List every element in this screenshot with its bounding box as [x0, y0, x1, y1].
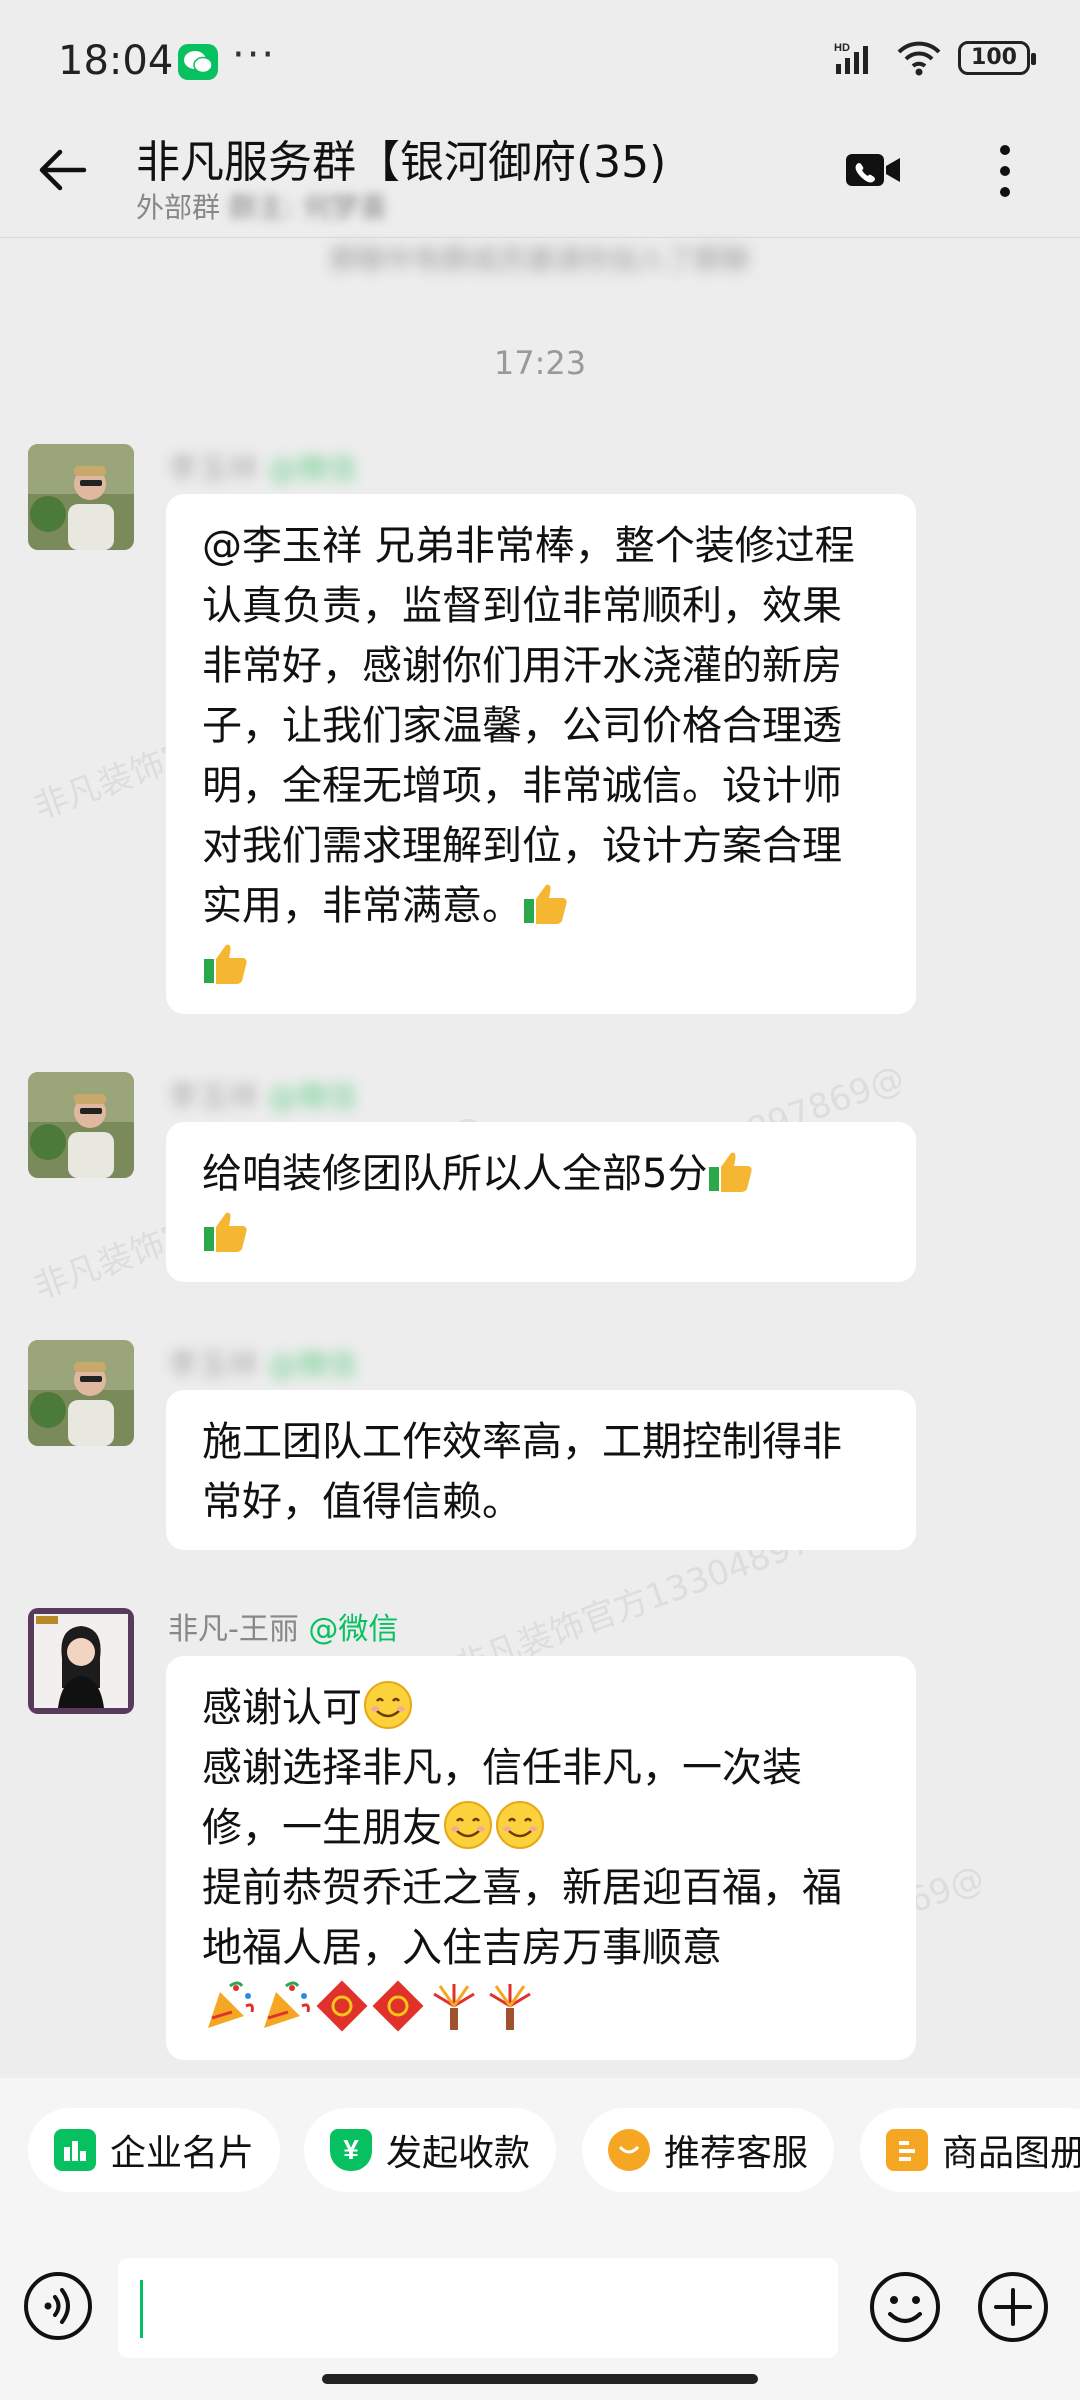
business-card-button[interactable]: 企业名片 [28, 2108, 281, 2192]
thumbs-up-icon [524, 884, 567, 924]
message-text: 给咱装修团队所以人全部5分 [202, 1144, 880, 1264]
fireworks-icon [489, 1984, 531, 2030]
message-timestamp: 17:23 [493, 344, 587, 382]
product-catalog-button[interactable]: 商品图册 [860, 2108, 1080, 2192]
input-bar [0, 2228, 1080, 2400]
message-text: 感谢认可 [202, 1678, 880, 1738]
plus-icon[interactable] [976, 2270, 1050, 2344]
sender-name: 非凡-王丽 @微信 [168, 1612, 399, 1647]
thumbs-up-icon [204, 944, 247, 984]
smile-emoji-icon [496, 1801, 544, 1849]
fu-blessing-icon [316, 1980, 368, 2032]
system-notice: 群聊中有群成员邀请你加入了群聊 [329, 243, 750, 276]
video-call-icon[interactable] [842, 146, 904, 194]
message-bubble[interactable]: 给咱装修团队所以人全部5分 [166, 1122, 916, 1282]
catalog-icon [886, 2129, 928, 2171]
message-input[interactable] [118, 2258, 838, 2358]
business-card-icon [54, 2129, 96, 2171]
party-popper-icon [264, 1981, 310, 2028]
chat-subtitle: 外部群 群主: 何梦喜 [136, 186, 387, 226]
wifi-icon [897, 41, 941, 76]
message-text: 施工团队工作效率高，工期控制得非常好，值得信赖。 [202, 1419, 842, 1525]
more-notifications-icon: ··· [232, 32, 277, 78]
emoji-icon[interactable] [868, 2270, 942, 2344]
avatar[interactable] [28, 1608, 134, 1714]
message-bubble[interactable]: 施工团队工作效率高，工期控制得非常好，值得信赖。 [166, 1390, 916, 1550]
recommend-service-button[interactable]: 推荐客服 [582, 2108, 835, 2192]
thumbs-up-icon [709, 1152, 753, 1192]
party-popper-icon [208, 1981, 254, 2028]
wechat-notification-icon [178, 44, 218, 80]
collect-payment-button[interactable]: ¥ 发起收款 [304, 2108, 557, 2192]
quick-action-bar: 企业名片 ¥ 发起收款 推荐客服 商品图册 [0, 2078, 1080, 2228]
text-cursor [140, 2280, 143, 2338]
sender-name: 李玉祥 @微信 [168, 1080, 358, 1115]
fu-blessing-icon [372, 1980, 424, 2032]
signal-icon: HD [834, 42, 868, 74]
sender-name: 李玉祥 @微信 [168, 452, 358, 487]
group-owner-label: 群主: 何梦喜 [228, 191, 388, 224]
chat-title[interactable]: 非凡服务群【银河御府(35) [136, 126, 666, 190]
chat-header: 非凡服务群【银河御府(35) 外部群 群主: 何梦喜 [0, 120, 1080, 238]
smile-emoji-icon [444, 1801, 492, 1849]
thumbs-up-icon [204, 1212, 247, 1252]
message-text: @李玉祥 兄弟非常棒，整个装修过程认真负责，监督到位非常顺利，效果非常好，感谢你… [202, 516, 880, 996]
status-time: 18:04 [58, 38, 174, 84]
avatar[interactable] [28, 1340, 134, 1446]
chat-bubble-icon [608, 2129, 650, 2171]
message-text: 提前恭贺乔迁之喜，新居迎百福，福地福人居，入住吉房万事顺意 [202, 1865, 842, 1971]
payment-icon: ¥ [330, 2129, 372, 2171]
status-indicators: HD 100 [834, 40, 1036, 76]
external-group-label: 外部群 [136, 191, 221, 224]
battery-indicator: 100 [958, 41, 1036, 75]
back-arrow-icon[interactable] [36, 144, 88, 196]
status-bar: 18:04 ··· HD 100 [0, 0, 1080, 120]
home-indicator [322, 2374, 758, 2384]
message-text: 感谢选择非凡，信任非凡，一次装修，一生朋友 [202, 1745, 802, 1851]
emoji-row [202, 1978, 880, 2041]
message-bubble[interactable]: @李玉祥 兄弟非常棒，整个装修过程认真负责，监督到位非常顺利，效果非常好，感谢你… [166, 494, 916, 1014]
voice-input-icon[interactable] [22, 2270, 94, 2342]
svg-text:HD: HD [834, 42, 850, 54]
avatar[interactable] [28, 444, 134, 550]
more-options-icon[interactable] [990, 142, 1020, 200]
sender-name: 李玉祥 @微信 [168, 1348, 358, 1383]
avatar[interactable] [28, 1072, 134, 1178]
message-bubble[interactable]: 感谢认可 感谢选择非凡，信任非凡，一次装修，一生朋友 提前恭贺乔迁之喜，新居迎百… [166, 1656, 916, 2060]
fireworks-icon [433, 1984, 475, 2030]
smile-emoji-icon [364, 1681, 412, 1729]
